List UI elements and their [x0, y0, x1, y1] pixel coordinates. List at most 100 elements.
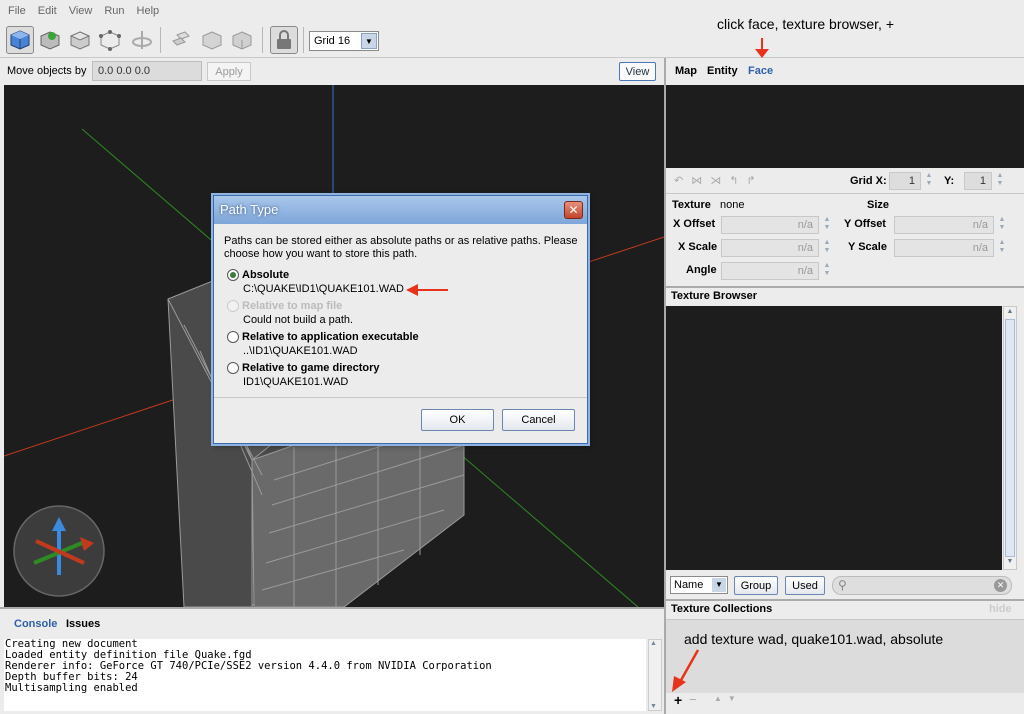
option-absolute-label[interactable]: Absolute — [242, 269, 289, 281]
menu-help[interactable]: Help — [131, 5, 166, 17]
tab-map[interactable]: Map — [675, 65, 697, 77]
grid-x-label: Grid X: — [850, 175, 887, 187]
hide-collections-link[interactable]: hide — [989, 603, 1012, 615]
texture-sort-select[interactable]: Name ▼ — [670, 576, 728, 594]
apply-button[interactable]: Apply — [207, 62, 251, 81]
cube-subtract-icon — [202, 31, 222, 50]
option-relative-executable-label[interactable]: Relative to application executable — [242, 331, 419, 343]
cube-select-icon — [10, 30, 30, 50]
option-relative-game-dir-path: ID1\QUAKE101.WAD — [243, 376, 349, 388]
clip-tool-button[interactable] — [166, 26, 194, 54]
texture-lock-button[interactable] — [270, 26, 298, 54]
menu-file[interactable]: File — [2, 5, 32, 17]
vertex-tool-button[interactable] — [96, 26, 124, 54]
clip-icon — [172, 31, 190, 46]
dialog-title: Path Type — [214, 196, 587, 224]
clear-search-icon[interactable]: ✕ — [994, 579, 1007, 592]
y-scale-label: Y Scale — [848, 241, 887, 253]
texture-sort-value: Name — [674, 579, 704, 591]
radio-relative-executable[interactable] — [227, 331, 239, 343]
inspector-panel: Map Entity Face ↶⋈⋊↰↱ Grid X: 1 ▲ ▼ Y: 1 … — [664, 58, 1024, 714]
annotation-arrow-down-icon — [755, 38, 769, 58]
option-relative-game-dir-label[interactable]: Relative to game directory — [242, 362, 380, 374]
face-uv-preview — [666, 85, 1024, 168]
grid-x-spinner[interactable]: ▲ ▼ — [923, 172, 935, 190]
texture-search-input[interactable]: ⚲ ✕ — [832, 576, 1012, 595]
option-relative-executable-path: ..\ID1\QUAKE101.WAD — [243, 345, 358, 357]
option-relative-map-label: Relative to map file — [242, 300, 343, 312]
console-scrollbar[interactable]: ▲ ▼ — [648, 639, 662, 711]
ok-button[interactable]: OK — [421, 409, 494, 431]
tab-face[interactable]: Face — [748, 65, 773, 77]
angle-spinner[interactable]: ▲ ▼ — [821, 262, 833, 280]
x-offset-spinner[interactable]: ▲ ▼ — [821, 216, 833, 234]
annotation-bottom: add texture wad, quake101.wad, absolute — [684, 631, 944, 647]
annotation-arrow-down-left-icon — [672, 649, 700, 692]
tab-issues[interactable]: Issues — [66, 618, 100, 630]
menu-edit[interactable]: Edit — [32, 5, 63, 17]
rotate-icon — [132, 31, 152, 49]
annotation-arrow-left-icon — [406, 284, 448, 296]
console-log: Creating new document Loaded entity defi… — [4, 639, 646, 711]
x-scale-spinner[interactable]: ▲ ▼ — [821, 239, 833, 257]
select-tool-button[interactable] — [6, 26, 34, 54]
grid-y-input[interactable]: 1 — [964, 172, 992, 190]
grid-size-value: Grid 16 — [314, 35, 351, 47]
angle-label: Angle — [686, 264, 717, 276]
cube-merge-icon — [232, 31, 252, 50]
face-tool-button[interactable] — [66, 26, 94, 54]
chevron-down-icon: ▼ — [361, 33, 377, 49]
lock-icon — [277, 30, 291, 49]
grid-x-input[interactable]: 1 — [889, 172, 921, 190]
remove-collection-button[interactable]: − — [689, 692, 697, 707]
x-scale-input[interactable]: n/a — [721, 239, 819, 257]
cube-face-icon — [69, 31, 91, 50]
texture-collections-title: Texture Collections — [671, 603, 773, 615]
grid-size-select[interactable]: Grid 16 ▼ — [309, 31, 379, 51]
y-offset-label: Y Offset — [844, 218, 886, 230]
move-offset-input[interactable]: 0.0 0.0 0.0 — [92, 61, 202, 81]
view-button[interactable]: View — [619, 62, 656, 81]
used-toggle-button[interactable]: Used — [785, 576, 825, 595]
annotation-top: click face, texture browser, + — [717, 16, 895, 32]
option-relative-map-detail: Could not build a path. — [243, 314, 354, 326]
compass-widget — [13, 505, 105, 597]
close-icon[interactable]: ✕ — [564, 201, 583, 219]
option-absolute-path: C:\QUAKE\ID1\QUAKE101.WAD — [243, 283, 404, 295]
radio-relative-map — [227, 300, 239, 312]
rotate-tool-button[interactable] — [128, 26, 156, 54]
x-offset-label: X Offset — [673, 218, 716, 230]
menu-run[interactable]: Run — [98, 5, 130, 17]
move-collection-icons: ▲▼ — [714, 694, 742, 703]
grid-y-label: Y: — [944, 175, 955, 187]
radio-absolute[interactable] — [227, 269, 239, 281]
y-offset-input[interactable]: n/a — [894, 216, 994, 234]
cancel-button[interactable]: Cancel — [502, 409, 575, 431]
y-offset-spinner[interactable]: ▲ ▼ — [996, 216, 1008, 234]
radio-relative-game-dir[interactable] — [227, 362, 239, 374]
move-label: Move objects by — [7, 65, 87, 77]
y-scale-spinner[interactable]: ▲ ▼ — [996, 239, 1008, 257]
texture-browser-view[interactable] — [666, 306, 1002, 570]
csg-subtract-button[interactable] — [198, 26, 226, 54]
vertex-icon — [99, 30, 121, 51]
tab-console[interactable]: Console — [14, 618, 57, 630]
texture-browser-title: Texture Browser — [671, 290, 757, 302]
search-icon: ⚲ — [838, 578, 847, 592]
group-toggle-button[interactable]: Group — [734, 576, 778, 595]
angle-input[interactable]: n/a — [721, 262, 819, 280]
texture-value: none — [720, 199, 745, 211]
add-collection-button[interactable]: + — [674, 692, 682, 708]
tab-entity[interactable]: Entity — [707, 65, 738, 77]
texture-browser-scrollbar[interactable]: ▲ ▼ — [1003, 306, 1017, 570]
face-transform-icons: ↶⋈⋊↰↱ — [674, 175, 764, 187]
csg-merge-button[interactable] — [228, 26, 256, 54]
grid-y-spinner[interactable]: ▲ ▼ — [994, 172, 1006, 190]
texture-label: Texture — [672, 199, 711, 211]
brush-tool-button[interactable] — [36, 26, 64, 54]
y-scale-input[interactable]: n/a — [894, 239, 994, 257]
cube-brush-icon — [40, 31, 60, 50]
menu-view[interactable]: View — [63, 5, 99, 17]
x-offset-input[interactable]: n/a — [721, 216, 819, 234]
chevron-down-icon: ▼ — [712, 578, 726, 592]
